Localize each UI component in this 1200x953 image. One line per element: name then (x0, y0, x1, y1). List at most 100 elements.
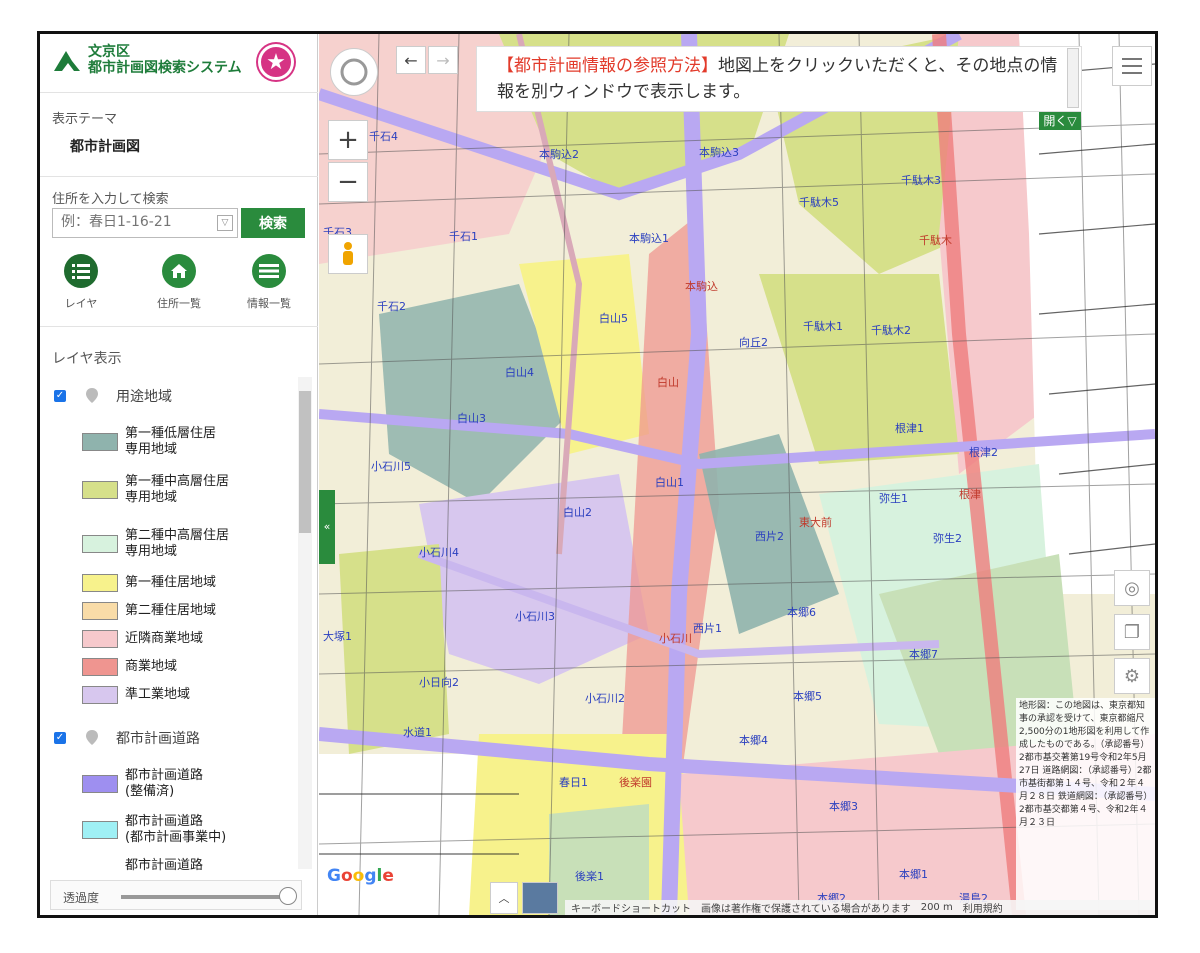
app-frame: 千石4 本駒込2 本駒込3 千駄木3 千駄木5 千石1 本駒込1 白山5 千駄木… (37, 31, 1158, 918)
map-label: 弥生2 (933, 532, 962, 545)
star-badge-icon: ★ (258, 44, 294, 80)
hamburger-icon (1122, 58, 1142, 74)
map-label: 千石4 (369, 130, 398, 143)
opacity-slider-knob[interactable] (279, 887, 297, 905)
address-search-input[interactable] (61, 214, 211, 230)
arrow-right-icon: → (436, 50, 450, 70)
legend-label: 第一種住居地域 (125, 575, 217, 590)
legend-label: 都市計画道路 (125, 858, 204, 873)
layer-group-roads[interactable]: ✓ 都市計画道路 (54, 728, 200, 748)
map-label: 弥生1 (879, 492, 908, 505)
compass-icon (340, 58, 368, 86)
banner-highlight: 【都市計画情報の参照方法】 (497, 56, 718, 76)
info-list-button[interactable]: 情報一覧 (234, 254, 304, 311)
layers-switch-button[interactable]: ❐ (1114, 614, 1150, 650)
forward-button[interactable]: → (428, 46, 458, 74)
map-label: 千石1 (449, 230, 478, 243)
legend-swatch (82, 535, 118, 553)
map-label: 本郷3 (829, 800, 858, 813)
map-label: 千石2 (377, 300, 406, 313)
pan-control[interactable] (330, 48, 378, 96)
legend-item: 準工業地域 (82, 686, 190, 704)
divider (40, 326, 318, 327)
settings-button[interactable]: ⚙ (1114, 658, 1150, 694)
map-label: 後楽1 (575, 870, 604, 883)
map-label-station: 本駒込 (685, 280, 718, 293)
arrow-left-icon: ← (404, 50, 418, 70)
map-footer: キーボードショートカット 画像は著作権で保護されている場合があります 200 m… (565, 900, 1155, 915)
map-label: 本郷5 (793, 690, 822, 703)
banner-scrollbar[interactable] (1067, 48, 1079, 108)
map-label: 小石川2 (585, 692, 625, 705)
theme-label: 表示テーマ (52, 112, 118, 127)
zoom-in-button[interactable]: + (328, 120, 368, 160)
collapse-sidebar-button[interactable]: « (319, 490, 335, 564)
logo-line2: 都市計画図検索システム (88, 60, 242, 76)
layer-button[interactable]: レイヤ (46, 254, 116, 311)
legend-item: 第一種低層住居 専用地域 (82, 426, 216, 458)
map-label: 小日向2 (419, 676, 459, 689)
terms-link[interactable]: 利用規約 (963, 900, 1003, 915)
address-list-label: 住所一覧 (157, 297, 201, 310)
map-label-station: 小石川 (659, 632, 692, 645)
checkbox-checked[interactable]: ✓ (54, 732, 66, 744)
map-label: 本郷7 (909, 648, 938, 661)
legend-swatch (82, 775, 118, 793)
open-toggle[interactable]: 開く▽ (1039, 112, 1081, 130)
chevron-down-icon[interactable]: ▽ (217, 215, 233, 231)
map-attribution: 地形図：この地図は、東京都知事の承認を受けて、東京都縮尺2,500分の1地形図を… (1016, 698, 1155, 910)
checkbox-checked[interactable]: ✓ (54, 390, 66, 402)
legend-item: 第二種住居地域 (82, 602, 216, 620)
menu-button[interactable] (1112, 46, 1152, 86)
layer-group-label: 用途地域 (116, 389, 172, 405)
theme-value[interactable]: 都市計画図 (70, 136, 140, 156)
legend-swatch (82, 602, 118, 620)
search-button[interactable]: 検索 (241, 208, 305, 238)
mini-toggle-button[interactable]: ︿ (490, 882, 518, 914)
layer-group-zoning[interactable]: ✓ 用途地域 (54, 386, 172, 406)
info-banner: 【都市計画情報の参照方法】地図上をクリックいただくと、その地点の情報を別ウィンド… (476, 46, 1082, 112)
map-label: 本郷4 (739, 734, 768, 747)
gear-icon: ⚙ (1123, 665, 1141, 687)
layer-scrollbar[interactable] (298, 377, 312, 869)
legend-label: 商業地域 (125, 659, 178, 674)
satellite-thumbnail[interactable] (522, 882, 558, 914)
legend-label: 都市計画道路 (整備済) (125, 768, 204, 799)
opacity-slider-track[interactable] (121, 895, 289, 899)
legend-item: 第一種中高層住居 専用地域 (82, 474, 229, 506)
app-logo[interactable]: 文京区 都市計画図検索システム (52, 44, 242, 76)
legend-label: 第一種中高層住居 専用地域 (125, 474, 230, 505)
zoom-out-button[interactable]: − (328, 162, 368, 202)
map-label-station: 東大前 (799, 516, 832, 529)
layer-group-label: 都市計画道路 (116, 731, 200, 747)
map-label: 春日1 (559, 776, 588, 789)
map-pin-icon (86, 388, 98, 403)
map-label: 白山4 (505, 366, 534, 379)
chevrons-left-icon: « (323, 520, 331, 533)
legend-swatch (82, 574, 118, 592)
map-pin-icon (86, 730, 98, 745)
layer-button-label: レイヤ (64, 297, 98, 310)
scrollbar-thumb[interactable] (299, 391, 311, 533)
back-button[interactable]: ← (396, 46, 426, 74)
map-label: 千駄木5 (799, 196, 839, 209)
address-search-field[interactable]: ▽ (52, 208, 238, 238)
map-label: 根津1 (895, 422, 924, 435)
map-label: 西片1 (693, 622, 722, 635)
map-label: 千駄木2 (871, 324, 911, 337)
ward-emblem-icon (52, 45, 82, 75)
divider (40, 176, 318, 177)
info-list-label: 情報一覧 (247, 297, 291, 310)
locate-button[interactable]: ◎ (1114, 570, 1150, 606)
legend-item: 第一種住居地域 (82, 574, 216, 592)
address-list-button[interactable]: 住所一覧 (144, 254, 214, 311)
map-label: 小石川4 (419, 546, 459, 559)
opacity-label: 透過度 (63, 891, 100, 905)
street-view-button[interactable] (328, 234, 368, 274)
keyboard-shortcuts-link[interactable]: キーボードショートカット (571, 900, 691, 915)
map-label: 根津2 (969, 446, 998, 459)
sidebar: 文京区 都市計画図検索システム ★ 表示テーマ 都市計画図 住所を入力して検索 … (40, 34, 318, 915)
map-label-station: 白山 (657, 376, 679, 389)
map-label-station: 後楽園 (619, 776, 652, 789)
map-label: 大塚1 (323, 630, 352, 643)
